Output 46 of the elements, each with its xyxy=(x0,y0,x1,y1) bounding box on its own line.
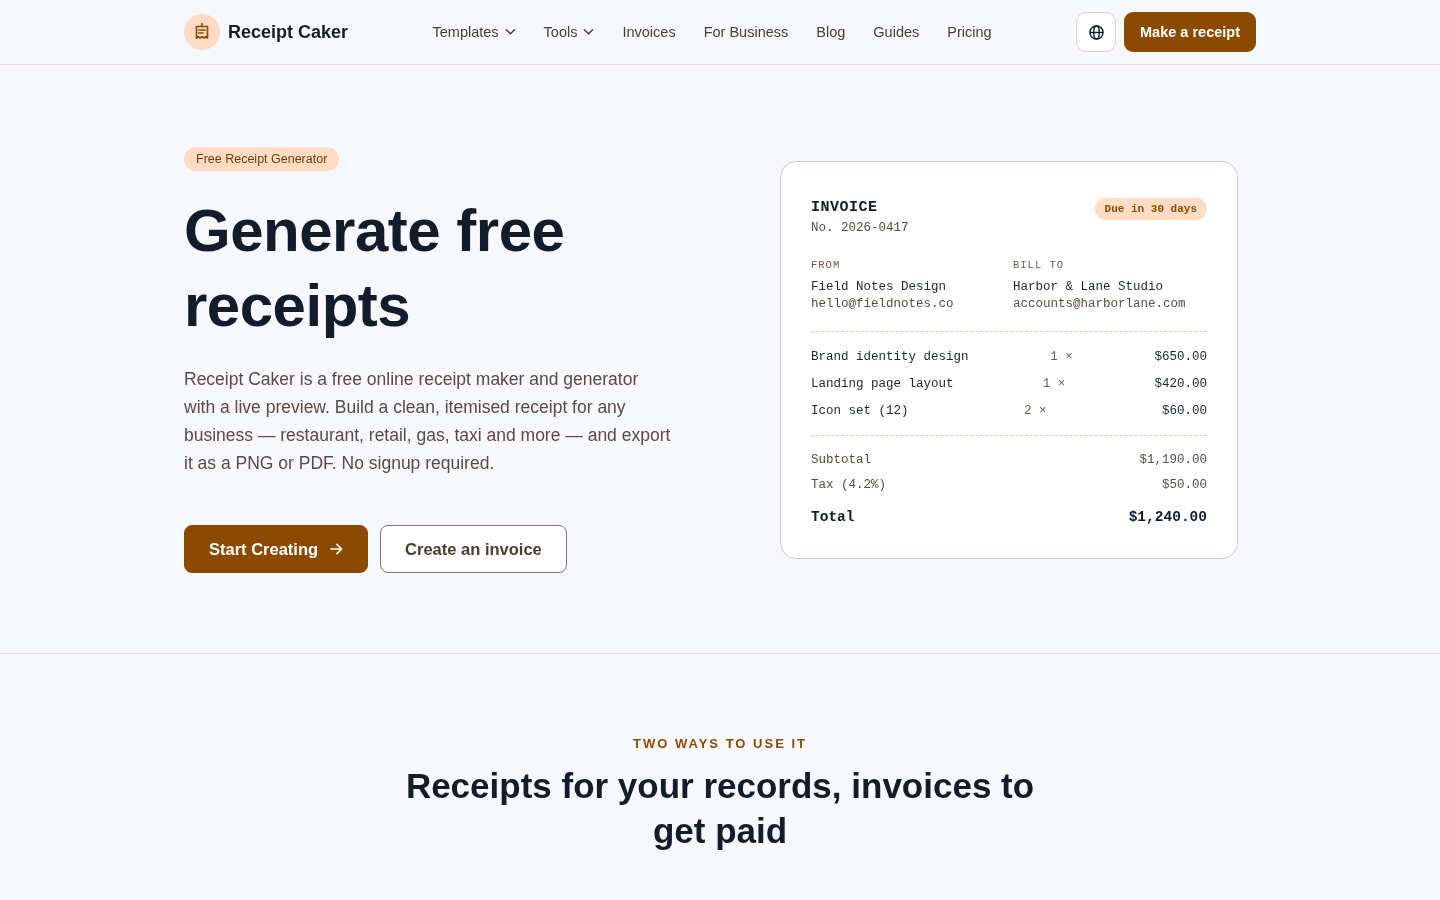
nav-link[interactable]: Templates xyxy=(432,24,516,40)
invoice-number: No. 2026-0417 xyxy=(811,221,909,235)
nav-link[interactable]: Invoices xyxy=(622,24,676,40)
item-quantity: 1 × xyxy=(1042,376,1066,393)
total-value: $1,240.00 xyxy=(1128,508,1207,527)
due-badge: Due in 30 days xyxy=(1094,198,1207,220)
hero-title: Generate free receipts xyxy=(184,196,566,341)
item-amount: $650.00 xyxy=(1154,349,1207,366)
item-amount: $60.00 xyxy=(1162,403,1207,420)
section-title: Receipts for your records, invoices to get paid xyxy=(404,765,1036,852)
party-label: BILL TO xyxy=(1013,259,1066,271)
chevron-down-icon xyxy=(504,28,516,36)
item-name: Icon set (12) xyxy=(811,403,909,420)
start-button[interactable]: Start Creating xyxy=(184,525,369,573)
party-email: accounts@harborlane.com xyxy=(1013,297,1187,311)
hero-description: Receipt Caker is a free online receipt maker and generator with a live preview. Build a clean, itemised receipt for any business — restaurant, retail, gas, taxi and more — and export it as a PNG or PDF. No signup required. xyxy=(184,368,672,475)
total-label: Tax (4.2%) xyxy=(811,477,886,494)
item-name: Landing page layout xyxy=(811,376,954,393)
nav-link[interactable]: Pricing xyxy=(947,24,992,40)
total-value: $50.00 xyxy=(1162,477,1207,494)
invoice-button[interactable]: Create an invoice xyxy=(380,525,567,573)
item-quantity: 2 × xyxy=(1024,403,1047,420)
nav-link[interactable]: Guides xyxy=(873,24,920,40)
party-name: Harbor & Lane Studio xyxy=(1013,280,1165,294)
invoice-title: INVOICE xyxy=(811,198,879,218)
section-eyebrow: TWO WAYS TO USE IT xyxy=(633,736,807,751)
language-button[interactable] xyxy=(1076,12,1117,52)
hero-badge: Free Receipt Generator xyxy=(184,147,340,171)
nav-link[interactable]: For Business xyxy=(703,24,789,40)
receipt-icon xyxy=(184,14,220,50)
nav-link[interactable]: Blog xyxy=(816,24,846,40)
total-label: Subtotal xyxy=(811,452,871,469)
party-name: Field Notes Design xyxy=(811,280,948,294)
party-email: hello@fieldnotes.co xyxy=(811,297,955,311)
globe-icon xyxy=(1088,24,1104,40)
total-label: Total xyxy=(811,508,855,527)
nav-link[interactable]: Tools xyxy=(543,24,595,40)
item-quantity: 1 × xyxy=(1050,349,1073,366)
total-value: $1,190.00 xyxy=(1139,452,1207,469)
chevron-down-icon xyxy=(583,28,595,36)
brand-link[interactable]: Receipt Caker xyxy=(184,14,349,50)
item-amount: $420.00 xyxy=(1154,376,1207,393)
arrow-right-icon xyxy=(330,543,344,555)
party-label: FROM xyxy=(811,259,842,271)
item-name: Brand identity design xyxy=(811,349,969,366)
make-receipt-button[interactable]: Make a receipt xyxy=(1124,12,1256,52)
